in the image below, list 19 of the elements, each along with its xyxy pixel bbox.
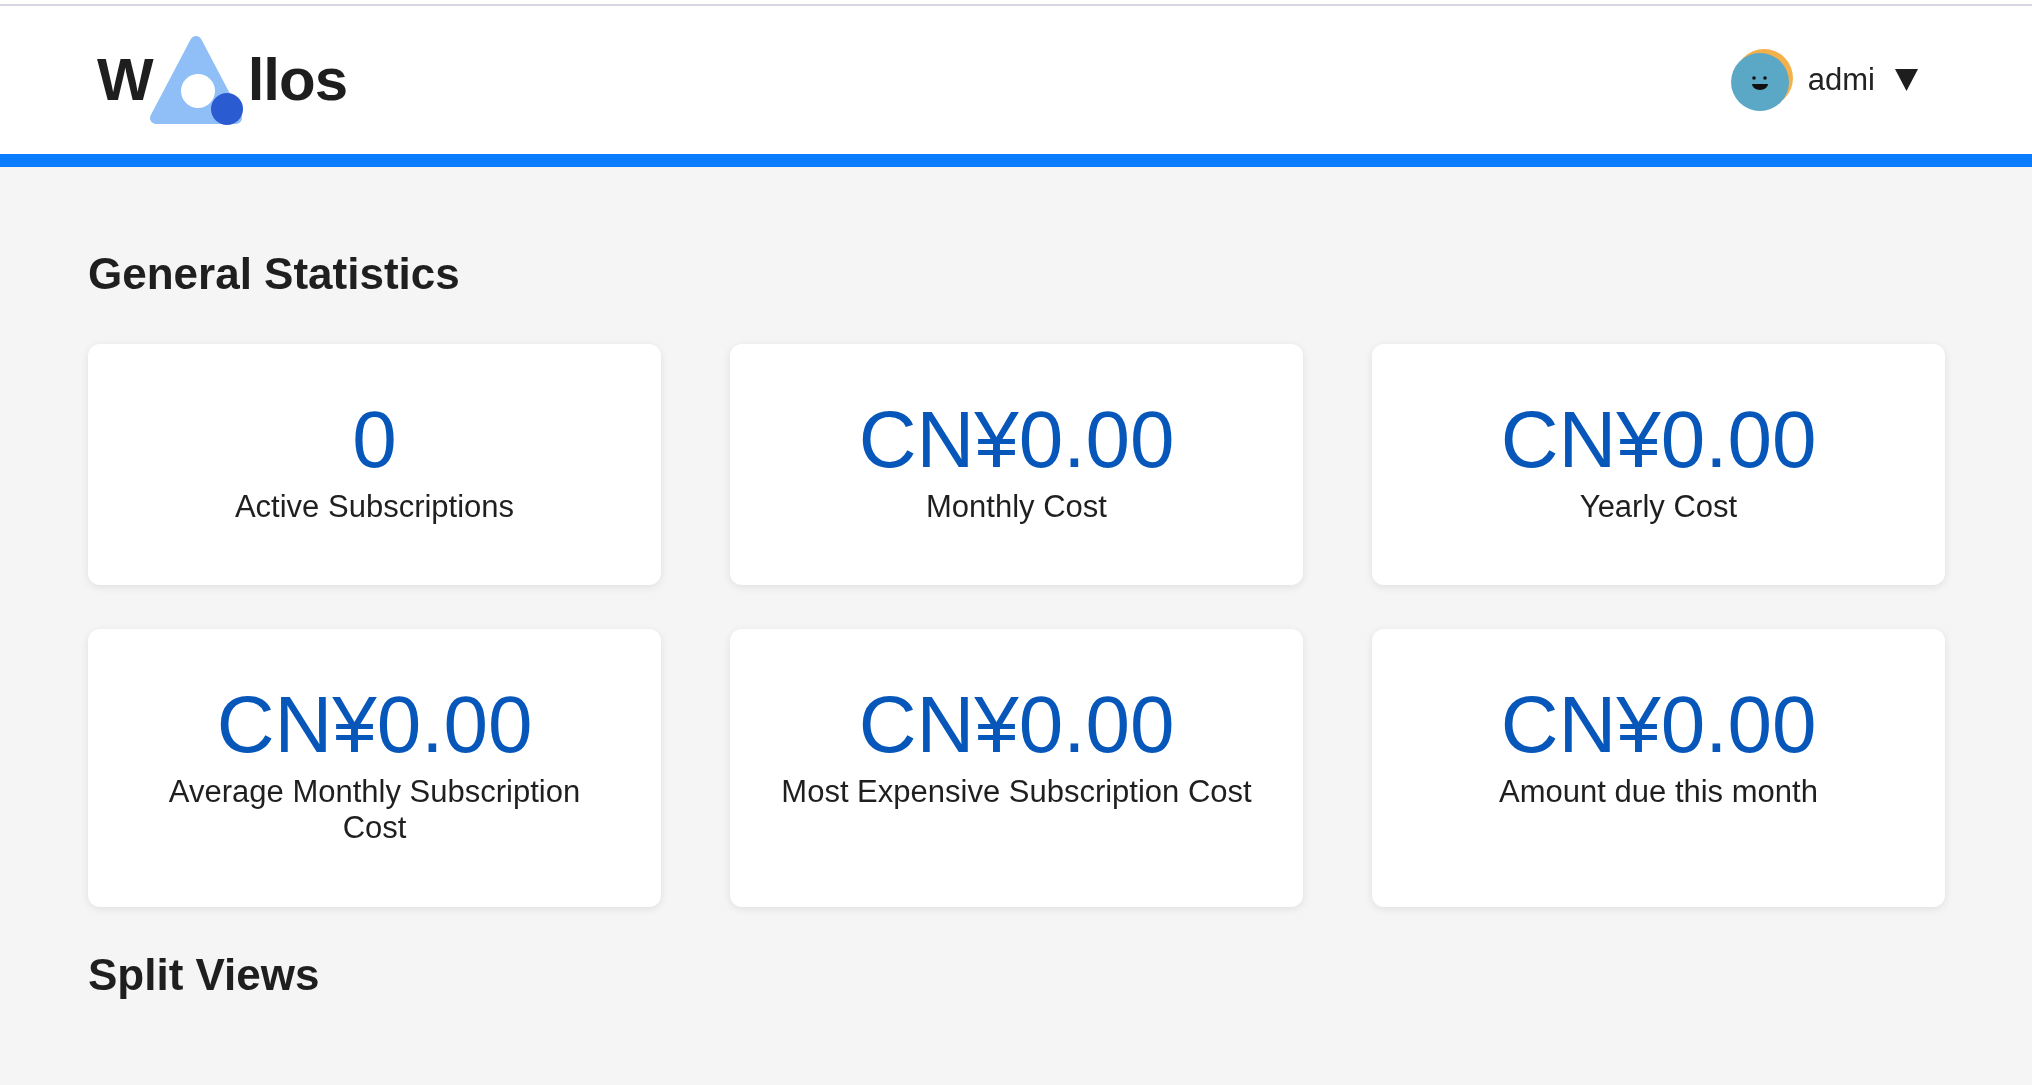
section-heading: General Statistics xyxy=(88,248,460,300)
stat-value: CN¥0.00 xyxy=(1500,685,1817,766)
stat-label: Most Expensive Subscription Cost xyxy=(781,774,1252,811)
stat-value: CN¥0.00 xyxy=(858,685,1175,766)
logo-text: llos xyxy=(247,50,347,110)
stat-label: Average Monthly Subscription Cost xyxy=(167,774,582,847)
stat-label: Amount due this month xyxy=(1499,774,1818,811)
section-heading: Split Views xyxy=(88,948,320,1001)
stat-value: 0 xyxy=(352,399,397,480)
stat-label: Yearly Cost xyxy=(1579,488,1738,526)
avatar-icon xyxy=(1730,49,1793,111)
stat-label: Monthly Cost xyxy=(926,488,1107,526)
logo-text: W xyxy=(97,50,153,110)
stat-value: CN¥0.00 xyxy=(216,685,533,766)
stat-label: Active Subscriptions xyxy=(234,488,515,526)
user-menu-button[interactable]: admi xyxy=(1730,49,1918,111)
stat-value: CN¥0.00 xyxy=(1500,399,1817,480)
caret-icon xyxy=(1895,69,1918,91)
stat-value: CN¥0.00 xyxy=(858,399,1175,480)
